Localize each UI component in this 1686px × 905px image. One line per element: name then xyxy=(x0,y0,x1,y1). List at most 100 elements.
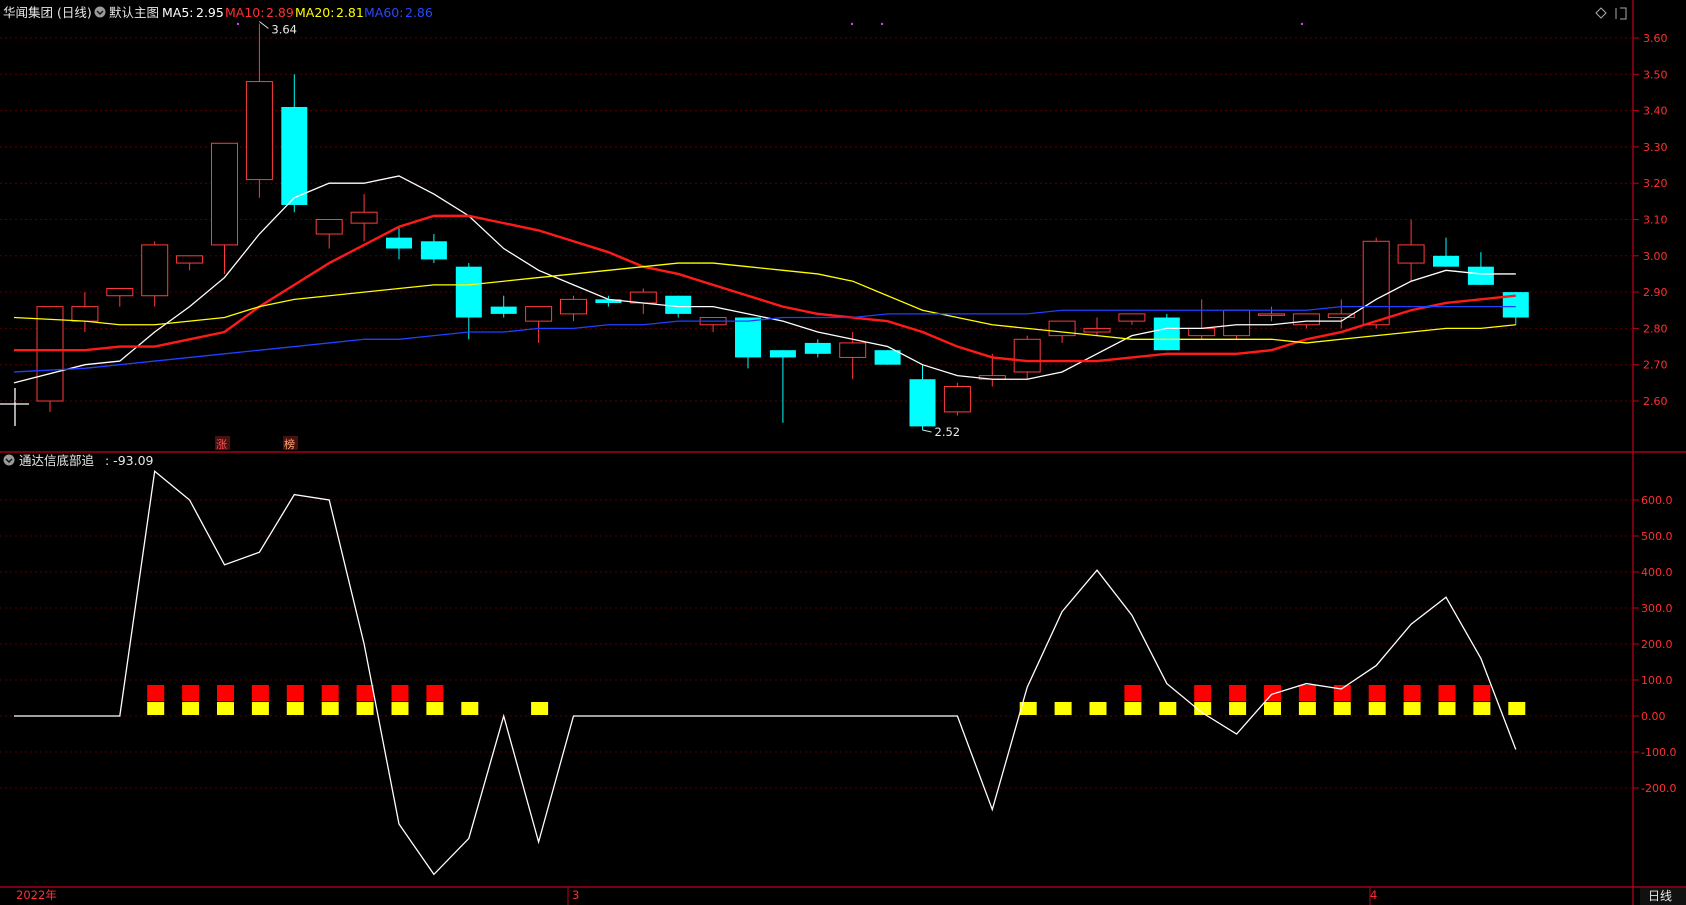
high-price-label: 3.64 xyxy=(271,22,297,36)
yellow-signal-bar xyxy=(147,702,165,715)
yellow-signal-bar xyxy=(391,702,409,715)
candle-body-down xyxy=(1467,266,1494,285)
indicator-tick-label: 200.0 xyxy=(1641,638,1673,651)
candle-body-up xyxy=(315,219,343,235)
yellow-signal-bar xyxy=(1054,702,1072,715)
yellow-signal-bar xyxy=(1229,702,1247,715)
ma5-value: 2.95 xyxy=(196,5,224,20)
indicator-tick-label: 0.00 xyxy=(1641,710,1666,723)
candle-body-down xyxy=(455,266,482,318)
red-signal-bar xyxy=(426,685,444,701)
candle-body-up xyxy=(1013,338,1041,373)
red-signal-bar xyxy=(1194,685,1212,701)
candle-body-up xyxy=(141,244,169,297)
indicator-tick-label: 600.0 xyxy=(1641,494,1673,507)
red-signal-bar xyxy=(356,685,374,701)
price-tick-label: 2.80 xyxy=(1643,322,1668,335)
panel-toggle-icon[interactable] xyxy=(1615,7,1627,20)
indicator-dropdown-icon[interactable] xyxy=(3,454,15,466)
indicator-tick-label: 500.0 xyxy=(1641,530,1673,543)
indicator-name[interactable]: 通达信底部追 xyxy=(19,453,95,468)
candle-body-down xyxy=(804,342,831,354)
low-pointer xyxy=(922,429,932,433)
month-label-march: 3 xyxy=(572,888,579,902)
price-tick-label: 3.50 xyxy=(1643,68,1668,81)
yellow-signal-bar xyxy=(1264,702,1281,715)
yellow-signal-bar xyxy=(1333,702,1351,715)
signal-dot xyxy=(850,22,854,26)
red-signal-bar xyxy=(1264,685,1281,701)
candle-body-down xyxy=(490,306,517,314)
ma20-value: 2.81 xyxy=(336,5,364,20)
candle-body-up xyxy=(943,385,971,413)
yellow-signal-bar xyxy=(1298,702,1316,715)
indicator-line xyxy=(14,469,1517,876)
diamond-icon[interactable] xyxy=(1595,7,1607,19)
candle-body-up xyxy=(245,81,273,181)
price-tick-label: 3.20 xyxy=(1643,177,1668,190)
candle-body-up xyxy=(839,342,867,358)
period-button[interactable]: 日线 xyxy=(1648,889,1672,903)
red-signal-bar xyxy=(147,685,165,701)
yellow-signal-bar xyxy=(182,702,200,715)
stock-title: 华闻集团 (日线) xyxy=(3,5,92,20)
candle-body-up xyxy=(1083,327,1111,333)
candle-body-up xyxy=(176,255,204,264)
candle-body-up xyxy=(560,298,587,315)
candle-body-up xyxy=(211,142,238,246)
ma10-value: 2.89 xyxy=(266,5,294,20)
price-tick-label: 3.40 xyxy=(1643,105,1668,118)
yellow-signal-bar xyxy=(217,702,234,715)
red-signal-bar xyxy=(1403,685,1421,701)
main-header: 华闻集团 (日线) 默认主图 MA5: 2.95 MA10: 2.89 MA20… xyxy=(3,5,1627,20)
yellow-signal-bar xyxy=(426,702,444,715)
signal-dot xyxy=(880,22,884,26)
red-signal-bar xyxy=(1438,685,1456,701)
red-signal-bar xyxy=(1124,685,1142,701)
price-tick-label: 2.90 xyxy=(1643,286,1668,299)
yellow-signal-bar xyxy=(1438,702,1456,715)
signal-dot xyxy=(1300,22,1304,26)
yellow-signal-bar xyxy=(1508,702,1526,715)
indicator-tick-label: 300.0 xyxy=(1641,602,1673,615)
candle-body-up xyxy=(1397,244,1425,264)
yellow-signal-bar xyxy=(1124,702,1142,715)
indicator-tick-label: -200.0 xyxy=(1641,782,1676,795)
candle-body-up xyxy=(1223,309,1251,337)
crosshair-cursor xyxy=(0,388,29,426)
indicator-header: 通达信底部追 : -93.09 xyxy=(3,453,154,468)
candle-body-up xyxy=(629,291,657,304)
candle-body-down xyxy=(874,350,901,365)
candle-body-up xyxy=(1292,313,1320,326)
red-signal-bar xyxy=(1229,685,1247,701)
indicator-value: : -93.09 xyxy=(105,453,154,468)
candle-body-down xyxy=(665,295,692,314)
ma-line-ma20 xyxy=(13,262,1516,344)
ma10-label: MA10: xyxy=(225,5,264,20)
price-tick-label: 2.60 xyxy=(1643,395,1668,408)
price-tick-label: 3.00 xyxy=(1643,250,1668,263)
red-signal-bar xyxy=(391,685,409,701)
yellow-signal-bar xyxy=(1089,702,1107,715)
template-label[interactable]: 默认主图 xyxy=(109,5,159,20)
candle-body-up xyxy=(525,306,553,322)
candle-body-up xyxy=(71,306,99,322)
candle-body-up xyxy=(1118,313,1146,322)
ma60-value: 2.86 xyxy=(405,5,433,20)
chart-marks: 3.60 3.50 3.40 3.30 3.20 3.10 3.00 2.90 2.80 2.70… xyxy=(0,21,1676,905)
red-signal-bar xyxy=(286,685,304,701)
yellow-signal-bar xyxy=(1159,702,1177,715)
template-dropdown-icon[interactable] xyxy=(94,6,106,18)
candle-body-down xyxy=(386,237,412,249)
high-pointer xyxy=(259,21,269,29)
yellow-signal-bar xyxy=(321,702,339,715)
candle-body-up xyxy=(1188,327,1216,337)
candle-body-down xyxy=(735,317,761,358)
chart-canvas[interactable]: 华闻集团 (日线) 默认主图 MA5: 2.95 MA10: 2.89 MA20… xyxy=(0,0,1686,905)
time-axis: 2022年 3 4 日线 xyxy=(16,888,1686,905)
price-tick-label: 3.10 xyxy=(1643,214,1668,227)
candle-body-down xyxy=(769,350,796,358)
ma-line-ma10 xyxy=(14,214,1516,363)
yellow-signal-bar xyxy=(286,702,304,715)
red-signal-bar xyxy=(1368,685,1386,701)
